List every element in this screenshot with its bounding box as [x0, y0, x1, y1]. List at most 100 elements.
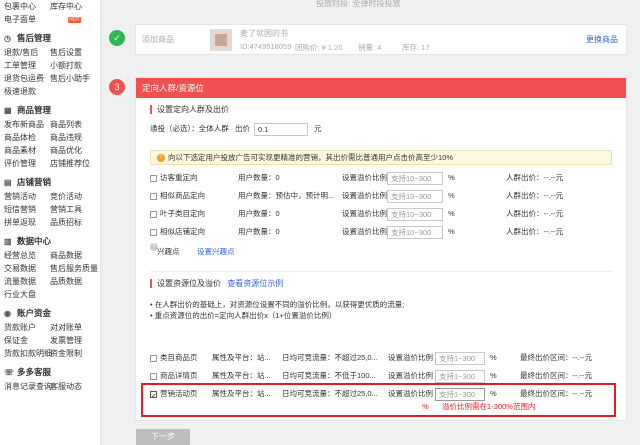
premium-ratio-input[interactable]: 支持10~300 — [387, 207, 443, 221]
bid-input[interactable]: 0.1 — [254, 122, 308, 136]
sidebar-section-header[interactable]: ☏ 多多客服 — [0, 364, 100, 380]
divider — [150, 271, 612, 272]
sidebar-row: 商品素材 商品优化 — [0, 144, 100, 157]
sidebar-item — [50, 85, 96, 98]
premium-ratio-label: 设置溢价比例 — [342, 173, 387, 182]
percent-sign: % — [448, 173, 455, 182]
sidebar-item[interactable]: 拼单返现 — [4, 216, 50, 229]
sidebar-item[interactable]: 店铺推荐位 — [50, 157, 96, 170]
audience-bid: 人群出价：--.--元 — [506, 209, 564, 218]
premium-ratio-input[interactable]: 支持10~300 — [387, 225, 443, 239]
percent-sign: % — [448, 191, 455, 200]
section-icon: ▤ — [4, 177, 12, 187]
main-content: 投放时段: 全弹时段投放 ✓ 添加商品 麦了就困的书 ID:4749518059… — [101, 0, 640, 445]
audience-user-count: 用户数量：0 — [238, 209, 280, 218]
sidebar-row: 退款/售后 售后设置 — [0, 46, 100, 59]
bid-row: 通投（必选）：全体人群 出价 0.1 元 — [136, 121, 626, 136]
sidebar-item[interactable]: 品质数据 — [50, 275, 96, 288]
audience-checkbox[interactable] — [150, 192, 157, 200]
bid-unit: 元 — [314, 124, 322, 133]
sidebar-item[interactable]: 库存中心 — [50, 0, 96, 13]
sidebar-item[interactable]: 保证金 — [4, 334, 50, 347]
final-bid-range: 最终出价区间：--.--元 — [520, 371, 593, 380]
sidebar-item[interactable]: 流量数据 — [4, 275, 50, 288]
resource-traffic: 日均可竞流量：不超过25,0... — [282, 353, 378, 362]
premium-ratio-input[interactable]: 支持10~300 — [387, 189, 443, 203]
sidebar-item[interactable]: 极速退款 — [4, 85, 50, 98]
premium-ratio-input[interactable]: 支持1~300 — [435, 369, 485, 383]
sidebar-item[interactable]: 商品违规 — [50, 131, 96, 144]
bullet-item: • 在人群出价的基础上，对资源位设置不同的溢价比例，以获得更优质的流量; — [150, 300, 405, 309]
change-product-link[interactable]: 更换商品 — [586, 34, 618, 45]
sidebar-section-header[interactable]: ◉ 账户资金 — [0, 305, 100, 321]
bullet-item: • 重点资源位的出价=定向人群出价x（1+位置溢价比例） — [150, 311, 337, 320]
bid-prefix: 出价 — [235, 124, 250, 133]
sidebar-item[interactable]: 品质招标 — [50, 216, 96, 229]
audience-checkbox[interactable] — [150, 228, 157, 236]
sidebar-item[interactable]: 售后小助手 — [50, 72, 96, 85]
sidebar-item[interactable]: 包裹中心 — [4, 0, 50, 13]
error-pct: % — [422, 402, 429, 411]
section-icon: ◷ — [4, 33, 11, 43]
sidebar-item[interactable]: 营销工具 — [50, 203, 96, 216]
premium-ratio-input[interactable]: 支持10~300 — [387, 171, 443, 185]
resource-example-link[interactable]: 查看资源位示例 — [227, 279, 283, 288]
sidebar-row: 电子面单 HOT — [0, 13, 100, 26]
sidebar-item[interactable]: 商品体检 — [4, 131, 50, 144]
resource-checkbox[interactable] — [150, 354, 157, 362]
sidebar-item[interactable]: 商品素材 — [4, 144, 50, 157]
sidebar-item[interactable]: 退款/售后 — [4, 46, 50, 59]
section-icon: ▦ — [4, 105, 12, 115]
sidebar-item[interactable] — [50, 13, 96, 26]
sidebar-item[interactable]: 交易数据 — [4, 262, 50, 275]
sidebar-item[interactable]: 商品列表 — [50, 118, 96, 131]
set-interest-link[interactable]: 设置兴趣点 — [197, 244, 235, 259]
sidebar-item[interactable]: 经营总览 — [4, 249, 50, 262]
sidebar-row: 营销活动 竞价活动 — [0, 190, 100, 203]
audience-checkbox[interactable] — [150, 210, 157, 218]
sidebar-item[interactable]: 售后服务质量 — [50, 262, 98, 275]
resource-checkbox[interactable] — [150, 372, 157, 380]
resource-row: 类目商品页 属性及平台：站... 日均可竞流量：不超过25,0... 设置溢价比例 支持… — [136, 350, 626, 365]
premium-ratio-label: 设置溢价比例 — [388, 353, 433, 362]
sidebar-item[interactable]: 货款账户 — [4, 321, 50, 334]
sidebar-row: 行业大盘 — [0, 288, 100, 301]
sidebar-item[interactable]: 货款扣款明细 — [4, 347, 52, 360]
sidebar-section-header[interactable]: ◷ 售后管理 — [0, 30, 100, 46]
sidebar-item[interactable]: 对对账单 — [50, 321, 96, 334]
sidebar-item[interactable]: 消息记录查询 — [4, 380, 52, 393]
sidebar-item[interactable]: 竞价活动 — [50, 190, 96, 203]
premium-ratio-input[interactable]: 支持1~300 — [435, 351, 485, 365]
sidebar-item[interactable]: 小额打款 — [50, 59, 96, 72]
section-icon: ☏ — [4, 367, 15, 377]
next-step-button[interactable]: 下一步 — [136, 429, 190, 445]
audience-checkbox[interactable] — [150, 174, 157, 182]
premium-ratio-label: 设置溢价比例 — [342, 209, 387, 218]
resource-name: 类目商品页 — [160, 353, 198, 362]
check-icon: ✓ — [109, 30, 125, 46]
sidebar-row: 货款扣款明细 资金限制 — [0, 347, 100, 360]
sidebar-item[interactable]: 短信营销 — [4, 203, 50, 216]
sidebar-section-header[interactable]: ▤ 店铺营销 — [0, 174, 100, 190]
audience-name: 相似商品定向 — [160, 191, 205, 200]
sidebar-section-header[interactable]: ▦ 商品管理 — [0, 102, 100, 118]
sidebar-item[interactable]: 工单管理 — [4, 59, 50, 72]
sidebar-item[interactable]: 评价管理 — [4, 157, 50, 170]
sidebar-item[interactable]: 营销活动 — [4, 190, 50, 203]
sidebar-item[interactable]: 售后设置 — [50, 46, 96, 59]
sidebar-item[interactable]: 资金限制 — [50, 347, 96, 360]
sidebar-item[interactable]: 客服动态 — [50, 380, 96, 393]
sidebar-section-header[interactable]: ▥ 数据中心 — [0, 233, 100, 249]
sidebar-item[interactable]: 发票管理 — [50, 334, 96, 347]
sidebar-item[interactable]: 商品数据 — [50, 249, 96, 262]
section-title: 多多客服 — [17, 367, 52, 377]
sidebar-item[interactable]: 行业大盘 — [4, 288, 50, 301]
sidebar-item[interactable]: 商品优化 — [50, 144, 96, 157]
resource-row: 商品详情页 属性及平台：站... 日均可竞流量：不低于100... 设置溢价比例 支持1… — [136, 368, 626, 383]
sidebar-item[interactable]: 退货包运费 — [4, 72, 50, 85]
audience-user-count: 用户数量：0 — [238, 173, 280, 182]
sidebar-item[interactable]: 发布新商品 — [4, 118, 50, 131]
sidebar-item[interactable]: 电子面单 HOT — [4, 13, 81, 26]
audience-row: 访客重定向 用户数量：0 设置溢价比例 支持10~300% 人群出价：--.--元 — [136, 170, 626, 185]
product-thumbnail — [210, 29, 232, 51]
